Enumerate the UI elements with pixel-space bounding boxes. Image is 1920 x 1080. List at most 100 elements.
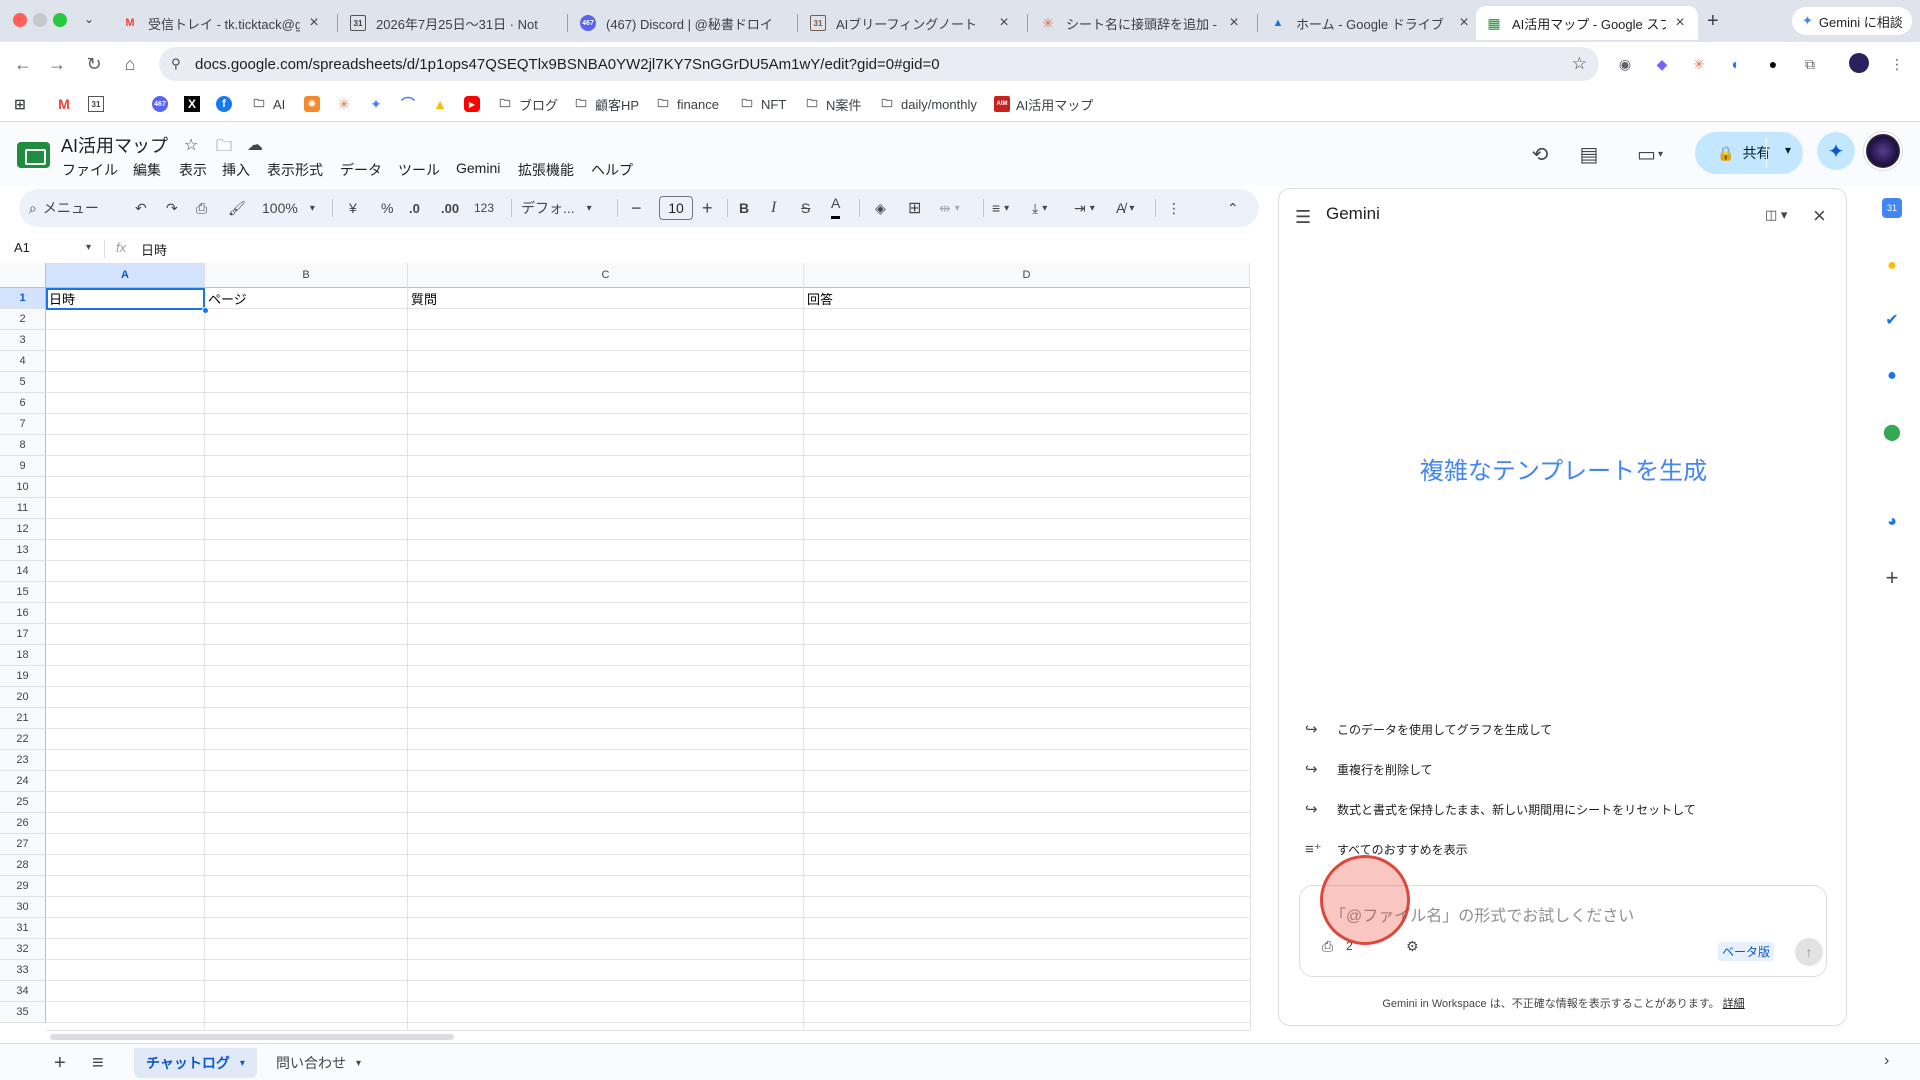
- add-sheet-icon[interactable]: +: [54, 1052, 66, 1075]
- borders-icon[interactable]: ⊞: [908, 189, 921, 227]
- add-addon-icon[interactable]: +: [1880, 565, 1904, 590]
- forward-arrow-icon[interactable]: →: [43, 50, 71, 78]
- spreadsheet-grid[interactable]: A B C D 1 2 3 4 5 6 7 8 9 10 11 12 13 14 15 16 17 18 19 20 2…: [0, 263, 1254, 1030]
- row-header[interactable]: 16: [0, 603, 46, 624]
- browser-tab-gmail[interactable]: M 受信トレイ - tk.ticktack@gm ×: [112, 6, 332, 40]
- browser-tab-notion-calendar[interactable]: 31 2026年7月25日〜31日 · Not: [340, 6, 562, 40]
- bookmark-gmail-icon[interactable]: M: [56, 93, 78, 115]
- menu-edit[interactable]: 編集: [133, 160, 161, 180]
- profile-avatar-icon[interactable]: [1849, 53, 1869, 73]
- row-header[interactable]: 5: [0, 372, 46, 393]
- browser-tab-claude[interactable]: ✳ シート名に接頭辞を追加 - Cla ×: [1030, 6, 1252, 40]
- bookmark-claude-icon[interactable]: ✳: [336, 93, 358, 115]
- suggestion-create-chart[interactable]: ↪ このデータを使用してグラフを生成して: [1305, 719, 1552, 739]
- column-header-d[interactable]: D: [804, 263, 1250, 288]
- apps-grid-icon[interactable]: ⊞: [12, 93, 34, 115]
- font-select[interactable]: デフォ... ▾: [521, 189, 592, 227]
- currency-format-button[interactable]: ¥: [349, 189, 357, 227]
- row-header[interactable]: 29: [0, 876, 46, 897]
- row-header[interactable]: 4: [0, 351, 46, 372]
- paint-format-icon[interactable]: 🖌: [228, 189, 246, 227]
- name-box[interactable]: A1: [14, 240, 30, 255]
- select-all-corner[interactable]: [0, 263, 46, 288]
- menu-tools[interactable]: ツール: [398, 160, 440, 180]
- suggestion-reset-sheet[interactable]: ↪ 数式と書式を保持したまま、新しい期間用にシートをリセットして: [1305, 799, 1696, 819]
- decrease-decimal-button[interactable]: .0: [409, 189, 420, 227]
- account-avatar[interactable]: [1864, 132, 1902, 170]
- gemini-sparkle-button[interactable]: ✦: [1817, 132, 1855, 170]
- sheet-tab-chat-log[interactable]: チャットログ ▾: [134, 1048, 257, 1078]
- chevron-down-icon[interactable]: ▾: [240, 1058, 245, 1069]
- star-icon[interactable]: ☆: [184, 135, 198, 155]
- keep-app-icon[interactable]: ●: [1880, 254, 1904, 278]
- row-header[interactable]: 18: [0, 645, 46, 666]
- new-tab-button[interactable]: +: [1707, 10, 1719, 33]
- formula-input[interactable]: 日時: [141, 240, 167, 259]
- bookmark-folder-daily-monthly[interactable]: 🗀 daily/monthly: [879, 93, 977, 115]
- menu-help[interactable]: ヘルプ: [591, 160, 633, 180]
- font-size-input[interactable]: 10: [659, 196, 693, 220]
- maximize-window-button[interactable]: [53, 13, 67, 27]
- browser-tab-google-drive[interactable]: ▲ ホーム - Google ドライブ ×: [1260, 6, 1482, 40]
- calendar-app-icon[interactable]: 31: [1882, 198, 1902, 218]
- move-folder-icon[interactable]: 🗀: [216, 135, 232, 162]
- row-header[interactable]: 21: [0, 708, 46, 729]
- tune-settings-icon[interactable]: ⚙: [1406, 938, 1419, 955]
- menu-extensions[interactable]: 拡張機能: [518, 160, 574, 180]
- maps-app-icon[interactable]: ⬤: [1880, 420, 1904, 444]
- row-header[interactable]: 22: [0, 729, 46, 750]
- row-header[interactable]: 32: [0, 939, 46, 960]
- contacts-app-icon[interactable]: ●: [1880, 364, 1904, 388]
- comments-icon[interactable]: ▤: [1573, 138, 1605, 170]
- menu-view[interactable]: 表示: [179, 160, 207, 180]
- cell-b1[interactable]: ページ: [205, 288, 408, 309]
- italic-button[interactable]: I: [771, 189, 776, 227]
- show-all-suggestions[interactable]: ≡⁺ すべてのおすすめを表示: [1305, 839, 1468, 859]
- merge-cells-icon[interactable]: ⇹ ▾: [939, 189, 960, 227]
- row-header[interactable]: 3: [0, 330, 46, 351]
- attach-file-icon[interactable]: ⎙: [1322, 938, 1333, 955]
- chevron-down-icon[interactable]: ▾: [86, 242, 91, 253]
- addon-app-icon[interactable]: ◕: [1880, 510, 1904, 534]
- bookmark-x-icon[interactable]: X: [184, 93, 206, 115]
- send-arrow-icon[interactable]: ↑: [1795, 938, 1823, 966]
- strikethrough-button[interactable]: S: [801, 189, 810, 227]
- text-wrap-icon[interactable]: ⇥ ▾: [1074, 189, 1095, 227]
- row-header[interactable]: 27: [0, 834, 46, 855]
- home-icon[interactable]: ⌂: [116, 50, 144, 78]
- row-header[interactable]: 23: [0, 750, 46, 771]
- increase-decimal-button[interactable]: .00: [441, 189, 459, 227]
- column-header-b[interactable]: B: [205, 263, 408, 288]
- bookmark-star-icon[interactable]: ☆: [1572, 54, 1587, 74]
- details-link[interactable]: 詳細: [1723, 998, 1745, 1010]
- row-header[interactable]: 12: [0, 519, 46, 540]
- undo-icon[interactable]: ↶: [135, 189, 147, 227]
- close-icon[interactable]: ×: [1456, 14, 1472, 32]
- extension-icon[interactable]: ◐: [1725, 53, 1747, 75]
- bookmark-youtube-icon[interactable]: ▶: [464, 93, 486, 115]
- close-icon[interactable]: ×: [1813, 203, 1826, 229]
- bookmark-ai-map[interactable]: AIM AI活用マップ: [994, 93, 1093, 115]
- menu-gemini[interactable]: Gemini: [456, 160, 500, 176]
- horizontal-align-icon[interactable]: ≡ ▾: [992, 189, 1009, 227]
- row-header[interactable]: 35: [0, 1002, 46, 1023]
- cloud-saved-icon[interactable]: ☁: [247, 135, 263, 155]
- back-arrow-icon[interactable]: ←: [9, 50, 37, 78]
- bookmark-drive-icon[interactable]: ▲: [432, 93, 454, 115]
- close-icon[interactable]: ×: [306, 14, 322, 32]
- browser-tab-ai-briefing[interactable]: 31 AIブリーフィングノート ×: [800, 6, 1022, 40]
- close-icon[interactable]: ×: [1226, 14, 1242, 32]
- screenshot-extension-icon[interactable]: ◉: [1614, 53, 1636, 75]
- bookmark-folder-client-hp[interactable]: 🗀 顧客HP: [573, 93, 640, 115]
- bookmark-calendar-icon[interactable]: 31: [88, 93, 110, 115]
- text-color-button[interactable]: A: [831, 189, 841, 219]
- row-header[interactable]: 13: [0, 540, 46, 561]
- more-options-icon[interactable]: ⋮: [1167, 189, 1181, 227]
- row-header[interactable]: 24: [0, 771, 46, 792]
- version-history-icon[interactable]: ⟲: [1524, 138, 1556, 170]
- all-sheets-menu-icon[interactable]: ≡: [92, 1052, 104, 1075]
- row-header[interactable]: 20: [0, 687, 46, 708]
- cell-c1[interactable]: 質問: [408, 288, 804, 309]
- menu-file[interactable]: ファイル: [62, 160, 118, 180]
- share-button[interactable]: 🔒 共有 ▾: [1695, 132, 1803, 174]
